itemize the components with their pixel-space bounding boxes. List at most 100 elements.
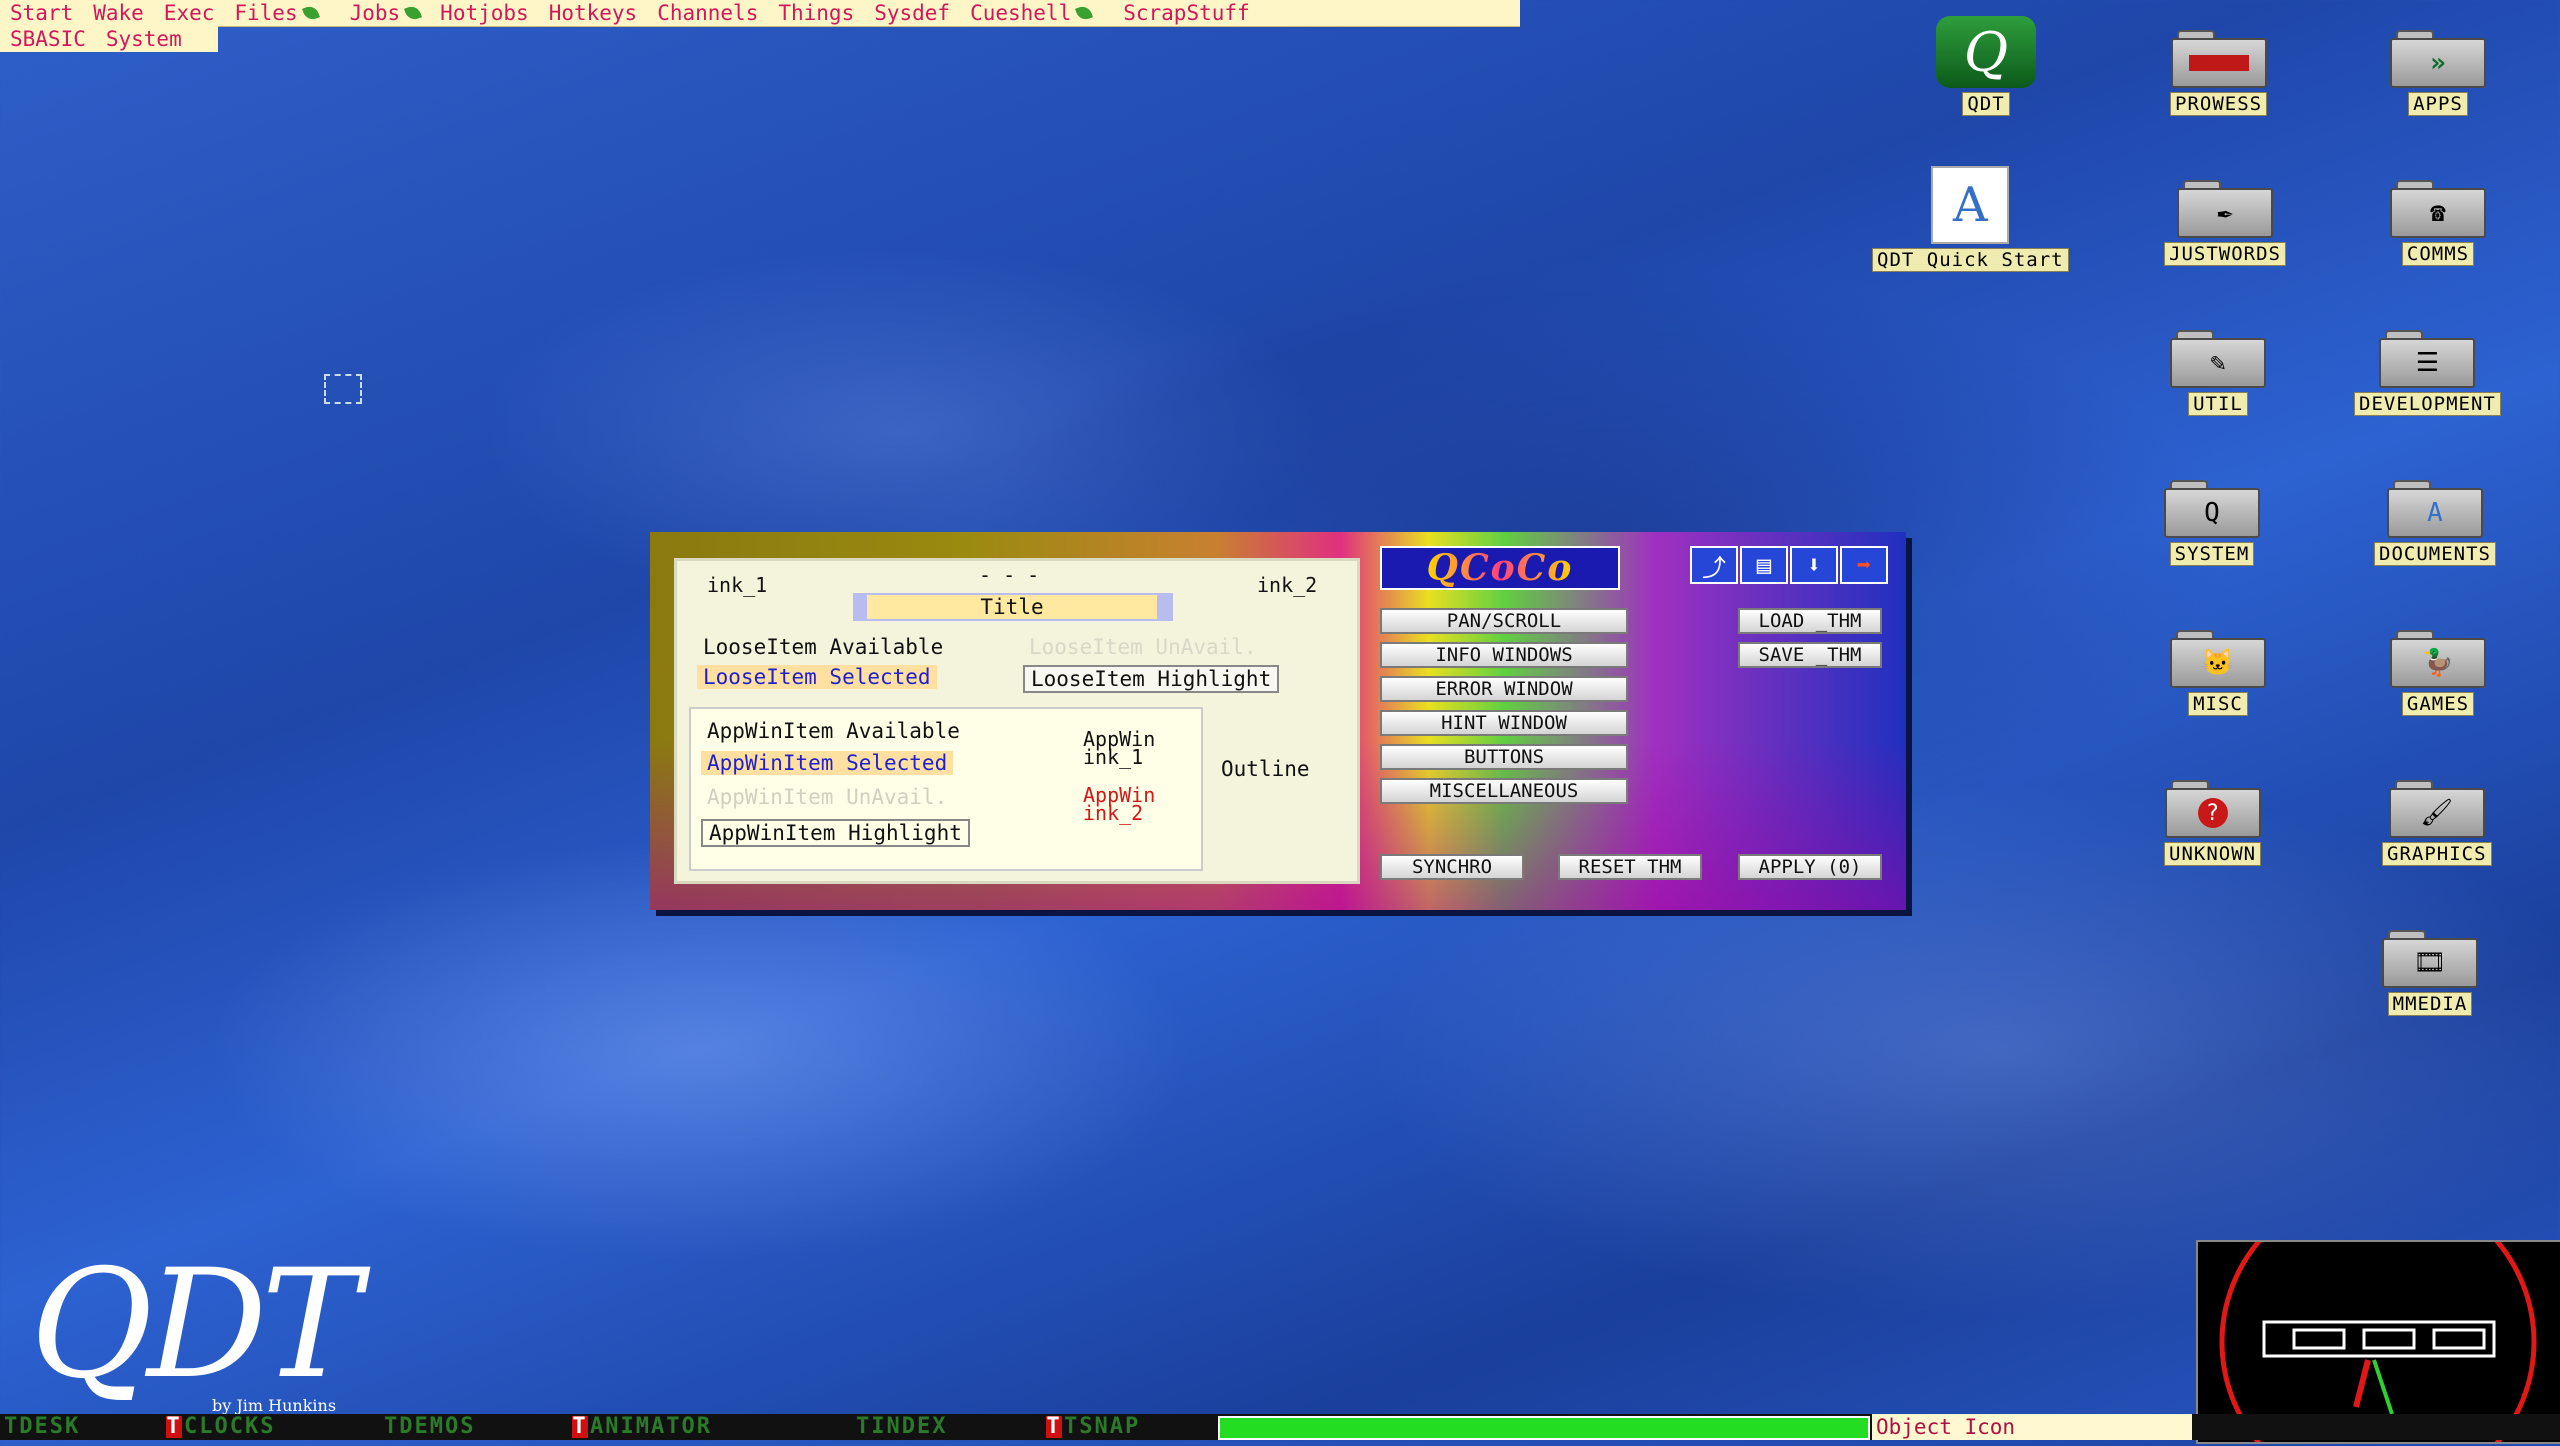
desktop-icon-system[interactable]: Q SYSTEM bbox=[2164, 480, 2260, 566]
desktop-icon-graphics[interactable]: 🖌 GRAPHICS bbox=[2382, 780, 2492, 866]
menu-things[interactable]: Things bbox=[768, 1, 864, 25]
icon-label: APPS bbox=[2408, 92, 2468, 116]
desktop-icon-games[interactable]: 🦆 GAMES bbox=[2390, 630, 2486, 716]
menu-label: Hotkeys bbox=[548, 1, 638, 25]
qdt-logo: QDT bbox=[30, 1250, 361, 1400]
folder-icon bbox=[2170, 30, 2267, 88]
menu-sysdef[interactable]: Sysdef bbox=[864, 1, 960, 25]
appwin-item-available[interactable]: AppWinItem Available bbox=[707, 719, 960, 743]
miscellaneous-button[interactable]: MISCELLANEOUS bbox=[1380, 778, 1628, 804]
loose-item-available[interactable]: LooseItem Available bbox=[703, 635, 943, 659]
theme-preview-panel: ink_1 - - - ink_2 Title LooseItem Availa… bbox=[674, 558, 1360, 884]
menu-start[interactable]: Start bbox=[0, 1, 83, 25]
desktop-icon-misc[interactable]: 🐱 MISC bbox=[2170, 630, 2266, 716]
appwin-item-highlight[interactable]: AppWinItem Highlight bbox=[701, 819, 970, 847]
info-windows-button[interactable]: INFO WINDOWS bbox=[1380, 642, 1628, 668]
icon-label: MISC bbox=[2188, 692, 2248, 716]
menu-label: Start bbox=[10, 1, 74, 25]
icon-label: MMEDIA bbox=[2387, 992, 2473, 1016]
active-marker-icon: T bbox=[572, 1414, 588, 1439]
task-clocks[interactable]: T CLOCKS bbox=[166, 1416, 275, 1438]
chart-icon[interactable]: ⤴ bbox=[1690, 546, 1738, 584]
task-tdesk[interactable]: TDESK bbox=[4, 1416, 80, 1438]
ink-2-label[interactable]: ink_2 bbox=[1257, 573, 1317, 597]
down-arrow-icon[interactable]: ⬇ bbox=[1790, 546, 1838, 584]
menu-label: Sysdef bbox=[874, 1, 951, 25]
menu-sbasic[interactable]: SBASIC bbox=[0, 27, 96, 51]
save-thm-button[interactable]: SAVE _THM bbox=[1738, 642, 1882, 668]
desktop-icon-development[interactable]: ☰ DEVELOPMENT bbox=[2354, 330, 2501, 416]
outline-label[interactable]: Outline bbox=[1221, 757, 1310, 781]
leaf-icon bbox=[404, 4, 423, 22]
menu-system[interactable]: System bbox=[96, 27, 192, 51]
folder-icon: 🐱 bbox=[2170, 630, 2266, 688]
task-tdemos[interactable]: TDEMOS bbox=[384, 1416, 475, 1438]
menu-hotkeys[interactable]: Hotkeys bbox=[539, 1, 648, 25]
menu-label: Hotjobs bbox=[440, 1, 529, 25]
menu-hotjobs[interactable]: Hotjobs bbox=[430, 1, 539, 25]
desktop-icon-mmedia[interactable]: 🎞 MMEDIA bbox=[2382, 930, 2478, 1016]
icon-label: DOCUMENTS bbox=[2374, 542, 2496, 566]
menu-files[interactable]: Files bbox=[224, 1, 327, 25]
desktop-icon-qdt-quick-start[interactable]: A QDT Quick Start bbox=[1872, 166, 2069, 272]
menu-label: Jobs bbox=[349, 1, 401, 25]
menu-jobs[interactable]: Jobs bbox=[340, 1, 431, 25]
qdt-logo-text: QDT bbox=[30, 1238, 361, 1412]
leaf-icon bbox=[301, 4, 320, 22]
loose-item-selected[interactable]: LooseItem Selected bbox=[697, 665, 937, 689]
clock-face-icon bbox=[2219, 1183, 2537, 1446]
menu-scrapstuff[interactable]: ScrapStuff bbox=[1113, 1, 1259, 25]
desktop-icon-unknown[interactable]: ? UNKNOWN bbox=[2164, 780, 2262, 866]
task-tindex[interactable]: TINDEX bbox=[856, 1416, 947, 1438]
task-label: TSNAP bbox=[1064, 1414, 1141, 1439]
appwin-ink-2-line2: ink_2 bbox=[1083, 801, 1144, 825]
icon-label: COMMS bbox=[2401, 242, 2475, 266]
folder-icon: 🦆 bbox=[2390, 630, 2486, 688]
task-animator[interactable]: T ANIMATOR bbox=[572, 1416, 712, 1438]
error-window-button[interactable]: ERROR WINDOW bbox=[1380, 676, 1628, 702]
loose-item-unavail[interactable]: LooseItem UnAvail. bbox=[1029, 635, 1257, 659]
window-icon[interactable]: ▤ bbox=[1740, 546, 1788, 584]
dashes-label: - - - bbox=[979, 563, 1040, 587]
desktop-icon-apps[interactable]: » APPS bbox=[2390, 30, 2486, 116]
desktop-icon-qdt[interactable]: Q QDT bbox=[1936, 16, 2036, 116]
reset-thm-button[interactable]: RESET THM bbox=[1558, 854, 1702, 880]
folder-icon: A bbox=[2386, 480, 2483, 538]
menubar: Start Wake Exec Files Jobs Hotjobs Hotke… bbox=[0, 0, 1520, 27]
menubar-row2: SBASIC System bbox=[0, 26, 218, 52]
icon-label: JUSTWORDS bbox=[2164, 242, 2286, 266]
desktop-icon-justwords[interactable]: ✒ JUSTWORDS bbox=[2164, 180, 2286, 266]
task-label: TDEMOS bbox=[384, 1414, 476, 1439]
loose-item-highlight[interactable]: LooseItem Highlight bbox=[1023, 665, 1280, 693]
appwin-ink-1-line2: ink_1 bbox=[1083, 745, 1144, 769]
appwin-item-selected[interactable]: AppWinItem Selected bbox=[701, 751, 954, 775]
folder-icon: 🖌 bbox=[2388, 780, 2485, 838]
qdt-app-icon: Q bbox=[1936, 16, 2036, 88]
task-tsnap[interactable]: T TSNAP bbox=[1046, 1416, 1140, 1438]
appwin-item-unavail[interactable]: AppWinItem UnAvail. bbox=[707, 785, 947, 809]
menu-label: Exec bbox=[163, 1, 215, 25]
folder-icon: ☰ bbox=[2379, 330, 2476, 388]
ink-1-label[interactable]: ink_1 bbox=[707, 573, 767, 597]
pan-scroll-button[interactable]: PAN/SCROLL bbox=[1380, 608, 1628, 634]
load-thm-button[interactable]: LOAD _THM bbox=[1738, 608, 1882, 634]
icon-label: UTIL bbox=[2188, 392, 2248, 416]
desktop-icon-util[interactable]: ✎ UTIL bbox=[2170, 330, 2266, 416]
apply-button[interactable]: APPLY (0) bbox=[1738, 854, 1882, 880]
logo-text: QCoCo bbox=[1426, 547, 1574, 589]
menu-cueshell[interactable]: Cueshell bbox=[960, 1, 1101, 25]
qcoco-window[interactable]: ink_1 - - - ink_2 Title LooseItem Availa… bbox=[650, 532, 1906, 910]
desktop-icon-prowess[interactable]: PROWESS bbox=[2170, 30, 2268, 116]
menu-wake[interactable]: Wake bbox=[83, 1, 154, 25]
right-arrow-icon[interactable]: ➡ bbox=[1840, 546, 1888, 584]
synchro-button[interactable]: SYNCHRO bbox=[1380, 854, 1524, 880]
menu-label: Channels bbox=[657, 1, 759, 25]
menu-channels[interactable]: Channels bbox=[647, 1, 768, 25]
icon-label: GRAPHICS bbox=[2382, 842, 2492, 866]
hint-window-button[interactable]: HINT WINDOW bbox=[1380, 710, 1628, 736]
folder-icon: » bbox=[2390, 30, 2486, 88]
desktop-icon-documents[interactable]: A DOCUMENTS bbox=[2374, 480, 2496, 566]
buttons-button[interactable]: BUTTONS bbox=[1380, 744, 1628, 770]
desktop-icon-comms[interactable]: ☎ COMMS bbox=[2390, 180, 2486, 266]
menu-exec[interactable]: Exec bbox=[154, 1, 225, 25]
